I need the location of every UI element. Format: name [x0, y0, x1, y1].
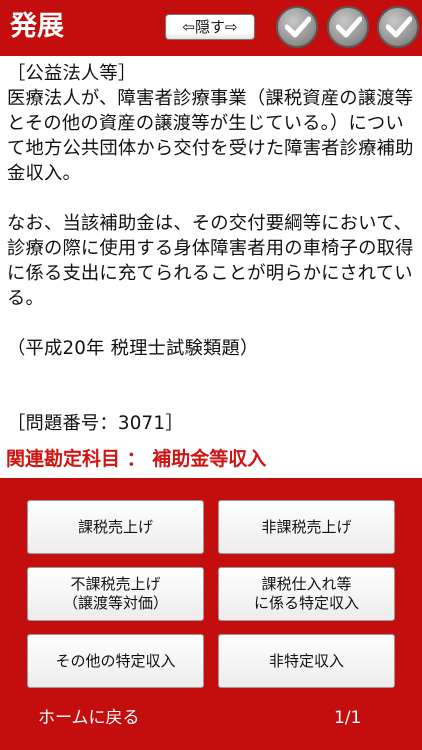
header-bar: 発展 ⇦隠す⇨ [0, 0, 422, 56]
hide-button[interactable]: ⇦隠す⇨ [165, 14, 255, 40]
checkmark-icon[interactable] [327, 6, 369, 48]
question-paragraph-2: なお、当該補助金は、その交付要綱等において、診療の際に使用する身体障害者用の車椅… [7, 213, 414, 309]
question-number: ［問題番号：3071］ [7, 413, 184, 434]
question-text: ［公益法人等］ 医療法人が、障害者診療事業（課税資産の譲渡等とその他の資産の譲渡… [7, 61, 419, 436]
checkmark-icon[interactable] [377, 6, 419, 48]
option-non-taxable-sales[interactable]: 非課税売上げ [218, 500, 395, 554]
question-category: ［公益法人等］ [7, 63, 137, 84]
option-untaxed-sales[interactable]: 不課税売上げ （譲渡等対価） [27, 567, 204, 621]
option-other-specific-income[interactable]: その他の特定収入 [27, 634, 204, 688]
related-account: 関連勘定科目 ： 補助金等収入 [6, 448, 267, 470]
question-paragraph-1: 医療法人が、障害者診療事業（課税資産の譲渡等とその他の資産の譲渡等が生じている。… [7, 88, 414, 184]
option-taxable-purchase-specific-income[interactable]: 課税仕入れ等 に係る特定収入 [218, 567, 395, 621]
page-indicator: 1/1 [334, 708, 362, 728]
checkmark-icon[interactable] [276, 6, 318, 48]
page-title: 発展 [10, 11, 64, 42]
home-button[interactable]: ホームに戻る [38, 706, 140, 730]
option-non-specific-income[interactable]: 非特定収入 [218, 634, 395, 688]
option-taxable-sales[interactable]: 課税売上げ [27, 500, 204, 554]
question-source: （平成20年 税理士試験類題） [7, 338, 259, 359]
